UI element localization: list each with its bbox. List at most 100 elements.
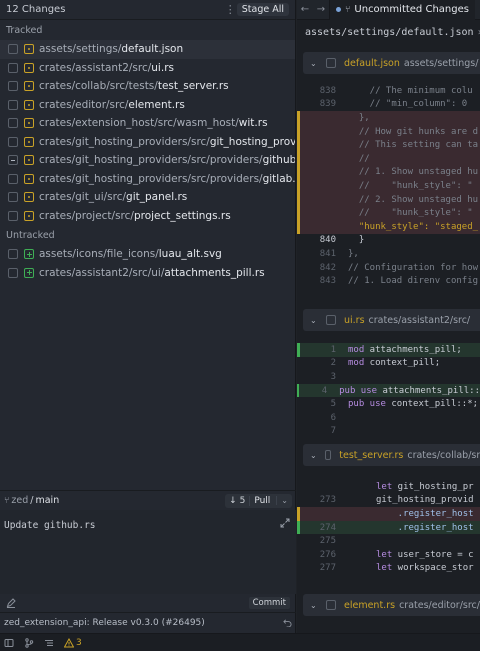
file-dir: crates/assistant2/src/	[39, 61, 152, 74]
line-number: 842	[319, 262, 336, 273]
code-line: // 2. Show unstaged hu	[297, 192, 480, 207]
code-text: // "hunk_style": "	[348, 208, 473, 219]
file-list-item[interactable]: crates/git_hosting_providers/src/git_hos…	[0, 133, 295, 152]
diff-file-header[interactable]: ⌄ default.json assets/settings/	[303, 52, 480, 74]
file-modified-icon	[24, 62, 34, 73]
tab-uncommitted-changes[interactable]: ⑂ Uncommitted Changes	[329, 0, 475, 20]
file-list-item[interactable]: crates/collab/src/tests/test_server.rs	[0, 77, 295, 96]
more-options-icon[interactable]: ⋮	[225, 3, 236, 16]
diff-gutter-marker	[297, 507, 300, 521]
diff-gutter-marker	[297, 165, 300, 180]
breadcrumb-separator: ›	[477, 27, 480, 38]
stage-file-checkbox[interactable]	[324, 450, 332, 460]
stage-checkbox[interactable]	[8, 267, 18, 278]
list-icon[interactable]	[44, 638, 54, 648]
line-number: 2	[330, 358, 336, 369]
diff-file-header[interactable]: ⌄ test_server.rscrates/collab/src/tes	[303, 444, 480, 466]
chevron-down-icon[interactable]: ⌄	[276, 496, 292, 505]
file-name: git_hosting_providers.rs	[209, 135, 295, 148]
stage-file-checkbox[interactable]	[326, 315, 336, 325]
diff-file-dir: crates/assistant2/src/	[368, 314, 471, 326]
stage-checkbox[interactable]	[8, 62, 18, 73]
code-keyword: mod	[348, 358, 365, 369]
stage-file-checkbox[interactable]	[326, 600, 336, 610]
panel-icon[interactable]	[4, 638, 14, 648]
chevron-down-icon[interactable]: ⌄	[310, 59, 318, 68]
chevron-down-icon[interactable]: ⌄	[310, 316, 318, 325]
file-list-item[interactable]: assets/settings/default.json	[0, 40, 295, 59]
file-modified-icon	[24, 99, 34, 110]
file-list-item[interactable]: assets/icons/file_icons/luau_alt.svg	[0, 245, 295, 264]
stage-checkbox[interactable]	[8, 118, 18, 129]
file-list-item[interactable]: crates/extension_host/src/wasm_host/wit.…	[0, 114, 295, 133]
commit-bar: Commit	[0, 594, 296, 612]
code-line: .register_host	[297, 507, 480, 521]
line-number: 841	[319, 248, 336, 259]
diff-gutter-marker	[297, 206, 300, 220]
pull-button[interactable]: Pull	[249, 495, 276, 506]
file-modified-icon	[24, 210, 34, 221]
stage-checkbox[interactable]	[8, 99, 18, 110]
code-text: // 1. Load direnv config	[348, 276, 479, 287]
file-list-item[interactable]: crates/assistant2/src/ui/attachments_pil…	[0, 264, 295, 283]
file-list-item[interactable]: crates/project/src/project_settings.rs	[0, 207, 295, 226]
diff-file-header[interactable]: ⌄ ui.rs crates/assistant2/src/	[303, 309, 480, 331]
stage-checkbox[interactable]	[8, 192, 18, 203]
pen-icon[interactable]	[6, 598, 16, 608]
code-text: // "hunk_style": "	[348, 180, 473, 191]
back-arrow-icon[interactable]: ←	[297, 4, 313, 15]
file-dir: crates/git_hosting_providers/src/provide…	[39, 172, 263, 185]
diagnostics-indicator[interactable]: 3	[64, 637, 82, 648]
line-number: 3	[330, 371, 336, 382]
file-list-item[interactable]: crates/git_hosting_providers/src/provide…	[0, 170, 295, 189]
code-line: 276 let user_store = c	[297, 548, 480, 562]
breadcrumb-path[interactable]: assets/settings/default.json	[305, 27, 474, 38]
stage-all-button[interactable]: Stage All	[236, 3, 289, 16]
line-number: 1	[330, 344, 336, 355]
diff-file-dir: assets/settings/	[403, 57, 479, 69]
diff-editor: ← → ⑂ Uncommitted Changes assets/setting…	[297, 0, 480, 633]
diff-file-header[interactable]: ⌄ element.rs crates/editor/src/	[303, 594, 480, 616]
stage-checkbox[interactable]	[8, 44, 18, 55]
untracked-file-list: assets/icons/file_icons/luau_alt.svg crat…	[0, 245, 295, 282]
code-identifier: git_hosting_provid	[376, 495, 474, 506]
branch-repo: zed	[11, 495, 29, 506]
commit-button[interactable]: Commit	[248, 597, 290, 609]
line-number: 273	[319, 495, 336, 506]
chevron-down-icon[interactable]: ⌄	[310, 451, 317, 460]
file-added-icon	[24, 249, 34, 260]
status-bar: 3	[0, 633, 480, 651]
git-branch-icon[interactable]	[24, 637, 34, 648]
stage-checkbox[interactable]	[8, 136, 18, 147]
stage-checkbox[interactable]	[8, 155, 18, 166]
stage-file-checkbox[interactable]	[326, 58, 336, 68]
stage-checkbox[interactable]	[8, 173, 18, 184]
pull-count[interactable]: ↓ 5	[225, 496, 249, 506]
file-list-item[interactable]: crates/git_ui/src/git_panel.rs	[0, 188, 295, 207]
code-text: // The minimum colu	[348, 85, 473, 96]
stage-checkbox[interactable]	[8, 249, 18, 260]
code-line: 7	[297, 425, 480, 439]
undo-icon[interactable]	[283, 618, 292, 627]
code-line: 839 // "min_column": 0	[297, 98, 480, 112]
branch-selector[interactable]: ⑂ zed / main	[4, 495, 59, 506]
file-list-item[interactable]: crates/editor/src/element.rs	[0, 96, 295, 115]
file-list-item[interactable]: crates/git_hosting_providers/src/provide…	[0, 151, 295, 170]
stage-checkbox[interactable]	[8, 210, 18, 221]
code-keyword: pub use	[339, 385, 378, 396]
commit-message-editor[interactable]: Update github.rs	[0, 510, 296, 594]
stage-checkbox[interactable]	[8, 81, 18, 92]
file-list-item[interactable]: crates/assistant2/src/ui.rs	[0, 59, 295, 78]
diff-gutter-marker	[297, 179, 300, 193]
code-identifier: .register_host	[376, 508, 474, 519]
chevron-down-icon[interactable]: ⌄	[310, 601, 318, 610]
code-line: 3	[297, 370, 480, 384]
code-keyword: let	[376, 549, 393, 560]
code-text: .register_host	[336, 523, 474, 533]
code-line: 838 // The minimum colu	[297, 84, 480, 98]
code-identifier: user_store = c	[392, 549, 474, 560]
pull-button-group: ↓ 5 Pull ⌄	[225, 493, 292, 508]
expand-icon[interactable]	[280, 518, 290, 528]
forward-arrow-icon[interactable]: →	[313, 4, 329, 15]
diff-file-name: test_server.rs	[339, 449, 404, 461]
